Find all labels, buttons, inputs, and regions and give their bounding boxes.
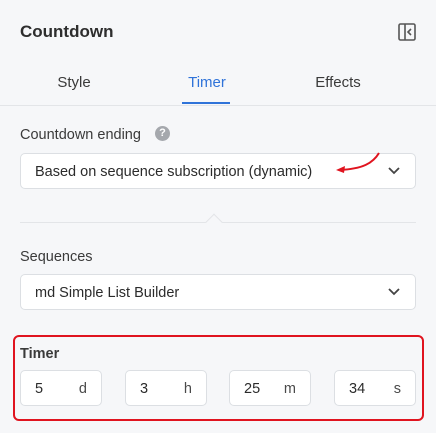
sequences-value: md Simple List Builder	[35, 285, 180, 301]
hours-value[interactable]: 3	[140, 381, 148, 397]
minutes-field[interactable]: 25 m	[229, 370, 311, 406]
tab-effects[interactable]: Effects	[306, 74, 370, 91]
minutes-value[interactable]: 25	[244, 381, 260, 397]
timer-label: Timer	[20, 346, 60, 362]
panel-collapse-icon[interactable]	[398, 23, 416, 41]
sequences-label: Sequences	[20, 249, 93, 265]
chevron-down-icon	[388, 167, 400, 175]
seconds-field[interactable]: 34 s	[334, 370, 416, 406]
seconds-value[interactable]: 34	[349, 381, 365, 397]
countdown-settings-panel: Countdown Style Timer Effects Countdown …	[0, 0, 436, 433]
active-tab-indicator	[182, 102, 230, 104]
tab-bar: Style Timer Effects	[0, 64, 436, 106]
countdown-ending-value: Based on sequence subscription (dynamic)	[35, 164, 313, 180]
hours-field[interactable]: 3 h	[125, 370, 207, 406]
chevron-down-icon	[388, 288, 400, 296]
hours-unit: h	[183, 381, 192, 397]
seconds-unit: s	[393, 381, 401, 397]
days-value[interactable]: 5	[35, 381, 43, 397]
tab-style[interactable]: Style	[44, 74, 104, 91]
help-icon[interactable]: ?	[155, 126, 170, 141]
minutes-unit: m	[283, 381, 296, 397]
sequences-select[interactable]: md Simple List Builder	[20, 274, 416, 310]
divider-notch	[205, 213, 223, 231]
panel-title: Countdown	[20, 22, 114, 41]
days-unit: d	[78, 381, 87, 397]
tab-timer[interactable]: Timer	[177, 74, 237, 91]
days-field[interactable]: 5 d	[20, 370, 102, 406]
panel-header: Countdown	[0, 0, 436, 64]
countdown-ending-label: Countdown ending	[20, 127, 141, 143]
annotation-arrow-icon	[336, 152, 380, 173]
